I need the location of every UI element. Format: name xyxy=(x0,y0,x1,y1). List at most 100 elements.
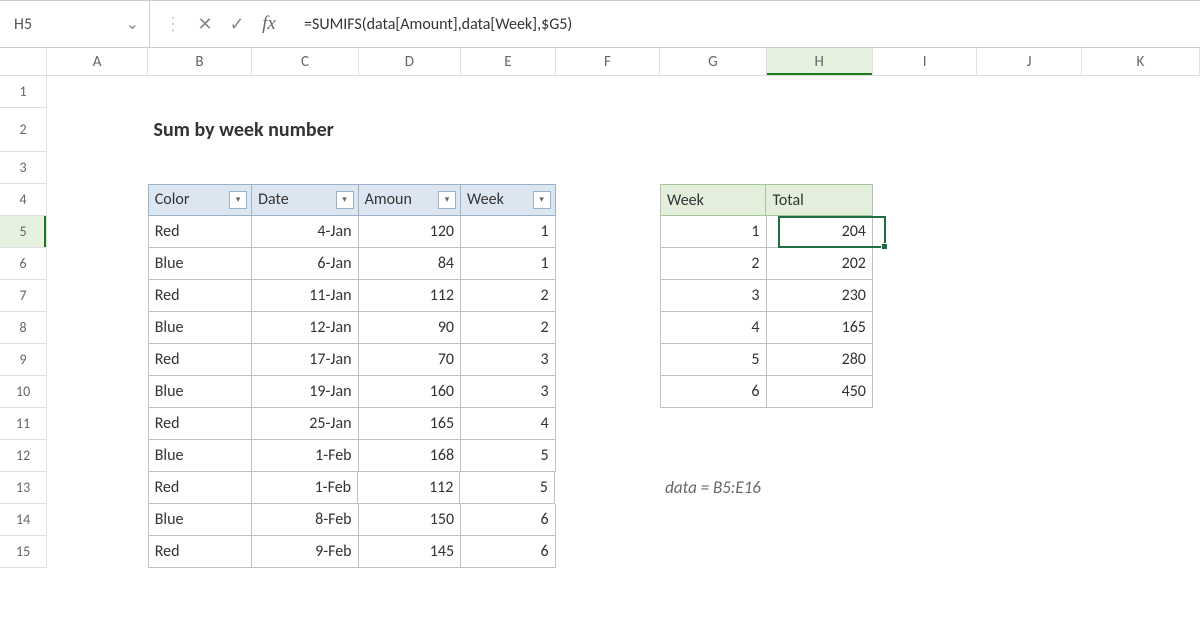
cell-I6[interactable] xyxy=(873,248,977,280)
cell-J4[interactable] xyxy=(977,184,1081,216)
cell-G12[interactable] xyxy=(660,440,766,472)
cell-J8[interactable] xyxy=(977,312,1081,344)
cell-F2[interactable] xyxy=(557,108,661,152)
cell-E2[interactable] xyxy=(462,108,556,152)
cell-A4[interactable] xyxy=(47,184,148,216)
cell-F8[interactable] xyxy=(556,312,660,344)
cell-H12[interactable] xyxy=(767,440,873,472)
cell-F11[interactable] xyxy=(556,408,660,440)
cell-B5[interactable]: Red xyxy=(148,216,252,248)
cell-I14[interactable] xyxy=(873,504,977,536)
row-header-6[interactable]: 6 xyxy=(0,248,47,280)
cell-H2[interactable] xyxy=(767,108,873,152)
cell-K11[interactable] xyxy=(1082,408,1200,440)
enter-icon[interactable]: ✓ xyxy=(226,13,248,35)
cell-I2[interactable] xyxy=(873,108,977,152)
fx-icon[interactable]: fx xyxy=(258,13,280,35)
cell-C2[interactable] xyxy=(254,108,360,152)
name-box[interactable]: H5 ⌄ xyxy=(0,1,150,47)
cell-B11[interactable]: Red xyxy=(148,408,252,440)
cell-D9[interactable]: 70 xyxy=(359,344,461,376)
cell-I1[interactable] xyxy=(873,76,977,108)
cell-I15[interactable] xyxy=(873,536,977,568)
cell-C9[interactable]: 17-Jan xyxy=(252,344,358,376)
col-header-J[interactable]: J xyxy=(977,48,1081,75)
cell-C12[interactable]: 1-Feb xyxy=(252,440,358,472)
cell-G13-note[interactable]: data = B5:E16 xyxy=(659,472,767,504)
cell-G5[interactable]: 1 xyxy=(660,216,766,248)
row-header-8[interactable]: 8 xyxy=(0,312,47,344)
col-header-B[interactable]: B xyxy=(148,48,252,75)
cell-I4[interactable] xyxy=(873,184,977,216)
cell-E10[interactable]: 3 xyxy=(461,376,556,408)
cell-H13[interactable] xyxy=(767,472,873,504)
col-header-A[interactable]: A xyxy=(47,48,148,75)
cell-A10[interactable] xyxy=(47,376,148,408)
cell-A7[interactable] xyxy=(47,280,148,312)
cell-F6[interactable] xyxy=(556,248,660,280)
cell-H9[interactable]: 280 xyxy=(767,344,873,376)
cell-A5[interactable] xyxy=(47,216,148,248)
cell-D15[interactable]: 145 xyxy=(359,536,461,568)
filter-dropdown-icon[interactable]: ▾ xyxy=(229,191,247,209)
cell-B8[interactable]: Blue xyxy=(148,312,252,344)
cell-B14[interactable]: Blue xyxy=(148,504,252,536)
cell-D1[interactable] xyxy=(359,76,461,108)
cell-K8[interactable] xyxy=(1082,312,1200,344)
cell-G3[interactable] xyxy=(660,152,766,184)
cell-G7[interactable]: 3 xyxy=(660,280,766,312)
cell-F13[interactable] xyxy=(555,472,659,504)
cell-D12[interactable]: 168 xyxy=(359,440,461,472)
cell-K7[interactable] xyxy=(1082,280,1200,312)
filter-dropdown-icon[interactable]: ▾ xyxy=(533,191,551,209)
cell-E5[interactable]: 1 xyxy=(461,216,556,248)
cell-J13[interactable] xyxy=(978,472,1082,504)
cell-J15[interactable] xyxy=(977,536,1081,568)
cell-J1[interactable] xyxy=(977,76,1081,108)
cell-F1[interactable] xyxy=(556,76,660,108)
cell-K4[interactable] xyxy=(1082,184,1200,216)
cell-J3[interactable] xyxy=(977,152,1081,184)
cell-F10[interactable] xyxy=(556,376,660,408)
cell-J5[interactable] xyxy=(977,216,1081,248)
cell-I7[interactable] xyxy=(873,280,977,312)
cell-H6[interactable]: 202 xyxy=(767,248,873,280)
cell-B13[interactable]: Red xyxy=(148,472,252,504)
row-header-5[interactable]: 5 xyxy=(0,216,47,248)
cancel-icon[interactable]: ✕ xyxy=(194,13,216,35)
row-header-15[interactable]: 15 xyxy=(0,536,47,568)
cell-I5[interactable] xyxy=(873,216,977,248)
cell-E12[interactable]: 5 xyxy=(461,440,556,472)
cell-K12[interactable] xyxy=(1082,440,1200,472)
cell-B7[interactable]: Red xyxy=(148,280,252,312)
select-all-corner[interactable] xyxy=(0,48,47,75)
cell-J11[interactable] xyxy=(977,408,1081,440)
row-header-14[interactable]: 14 xyxy=(0,504,47,536)
cell-J6[interactable] xyxy=(977,248,1081,280)
cell-A11[interactable] xyxy=(47,408,148,440)
cell-C3[interactable] xyxy=(252,152,358,184)
cell-D5[interactable]: 120 xyxy=(359,216,461,248)
cell-G1[interactable] xyxy=(660,76,766,108)
cell-I8[interactable] xyxy=(873,312,977,344)
cell-G11[interactable] xyxy=(660,408,766,440)
cell-G10[interactable]: 6 xyxy=(660,376,766,408)
cell-J12[interactable] xyxy=(977,440,1081,472)
cell-A8[interactable] xyxy=(47,312,148,344)
cell-E7[interactable]: 2 xyxy=(461,280,556,312)
cell-J14[interactable] xyxy=(977,504,1081,536)
cell-K10[interactable] xyxy=(1082,376,1200,408)
cell-B9[interactable]: Red xyxy=(148,344,252,376)
cell-C15[interactable]: 9-Feb xyxy=(252,536,358,568)
cell-A2[interactable] xyxy=(47,108,147,152)
filter-dropdown-icon[interactable]: ▾ xyxy=(336,191,354,209)
col-header-F[interactable]: F xyxy=(556,48,660,75)
cell-E3[interactable] xyxy=(461,152,556,184)
cell-B10[interactable]: Blue xyxy=(148,376,252,408)
filter-dropdown-icon[interactable]: ▾ xyxy=(438,191,456,209)
cell-F5[interactable] xyxy=(556,216,660,248)
cell-I3[interactable] xyxy=(873,152,977,184)
cell-C5[interactable]: 4-Jan xyxy=(252,216,358,248)
cell-A9[interactable] xyxy=(47,344,148,376)
cell-B1[interactable] xyxy=(148,76,252,108)
